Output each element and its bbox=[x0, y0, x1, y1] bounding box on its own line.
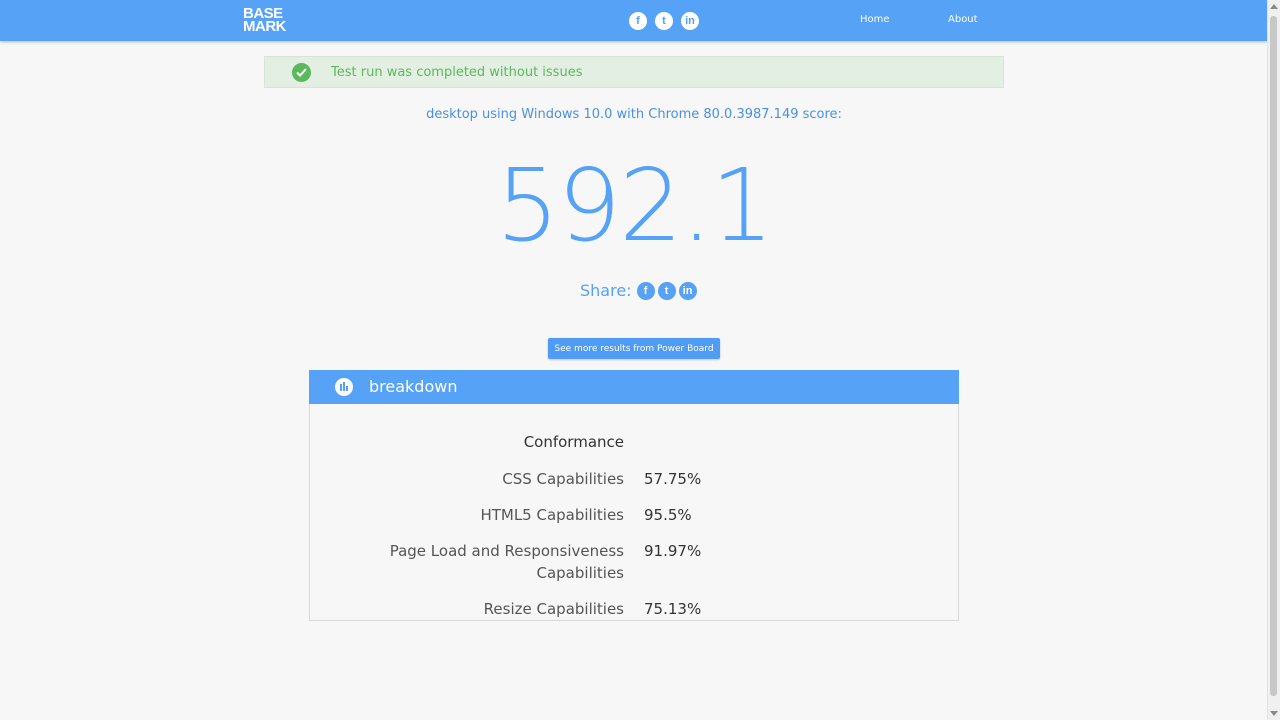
row-value-resize: 75.13% bbox=[644, 600, 702, 618]
share-twitter-icon[interactable]: t bbox=[657, 281, 676, 300]
conformance-heading: Conformance bbox=[523, 433, 624, 451]
nav-home-link[interactable]: Home bbox=[860, 14, 890, 25]
share-label: Share: bbox=[580, 281, 632, 300]
vertical-scrollbar[interactable] bbox=[1267, 0, 1280, 720]
top-navigation-bar: BASE MARK f t in Home About bbox=[0, 0, 1268, 41]
bar-chart-icon bbox=[335, 378, 353, 396]
breakdown-panel: breakdown Conformance CSS Capabilities 5… bbox=[309, 370, 959, 621]
row-value-page-load: 91.97% bbox=[644, 542, 702, 560]
row-label-resize: Resize Capabilities bbox=[483, 600, 624, 618]
scroll-up-arrow-icon[interactable] bbox=[1270, 4, 1278, 9]
check-circle-icon bbox=[292, 63, 311, 82]
test-environment-description: desktop using Windows 10.0 with Chrome 8… bbox=[426, 107, 842, 122]
alert-message: Test run was completed without issues bbox=[331, 65, 583, 80]
row-label-page-load: Page Load and Responsiveness Capabilitie… bbox=[389, 542, 624, 582]
row-value-css: 57.75% bbox=[644, 470, 702, 488]
nav-about-link[interactable]: About bbox=[948, 14, 978, 25]
row-label-css: CSS Capabilities bbox=[502, 470, 624, 488]
see-more-results-button[interactable]: See more results from Power Board bbox=[548, 338, 720, 359]
linkedin-icon[interactable]: in bbox=[681, 12, 699, 30]
share-linkedin-icon[interactable]: in bbox=[678, 281, 697, 300]
scroll-down-arrow-icon[interactable] bbox=[1270, 711, 1278, 716]
twitter-icon[interactable]: t bbox=[655, 12, 673, 30]
scroll-thumb[interactable] bbox=[1270, 16, 1277, 696]
breakdown-header[interactable]: breakdown bbox=[309, 370, 959, 404]
share-facebook-icon[interactable]: f bbox=[636, 281, 655, 300]
logo-line-2: MARK bbox=[243, 18, 287, 35]
basemark-logo[interactable]: BASE MARK bbox=[243, 6, 287, 35]
success-alert: Test run was completed without issues bbox=[264, 56, 1004, 88]
total-score: 592.1 bbox=[495, 147, 774, 264]
breakdown-title: breakdown bbox=[369, 377, 458, 396]
facebook-icon[interactable]: f bbox=[629, 12, 647, 30]
row-value-html5: 95.5% bbox=[644, 506, 692, 524]
share-section: Share: f t in bbox=[580, 281, 697, 300]
row-label-html5: HTML5 Capabilities bbox=[480, 506, 624, 524]
header-social-links: f t in bbox=[629, 12, 699, 30]
